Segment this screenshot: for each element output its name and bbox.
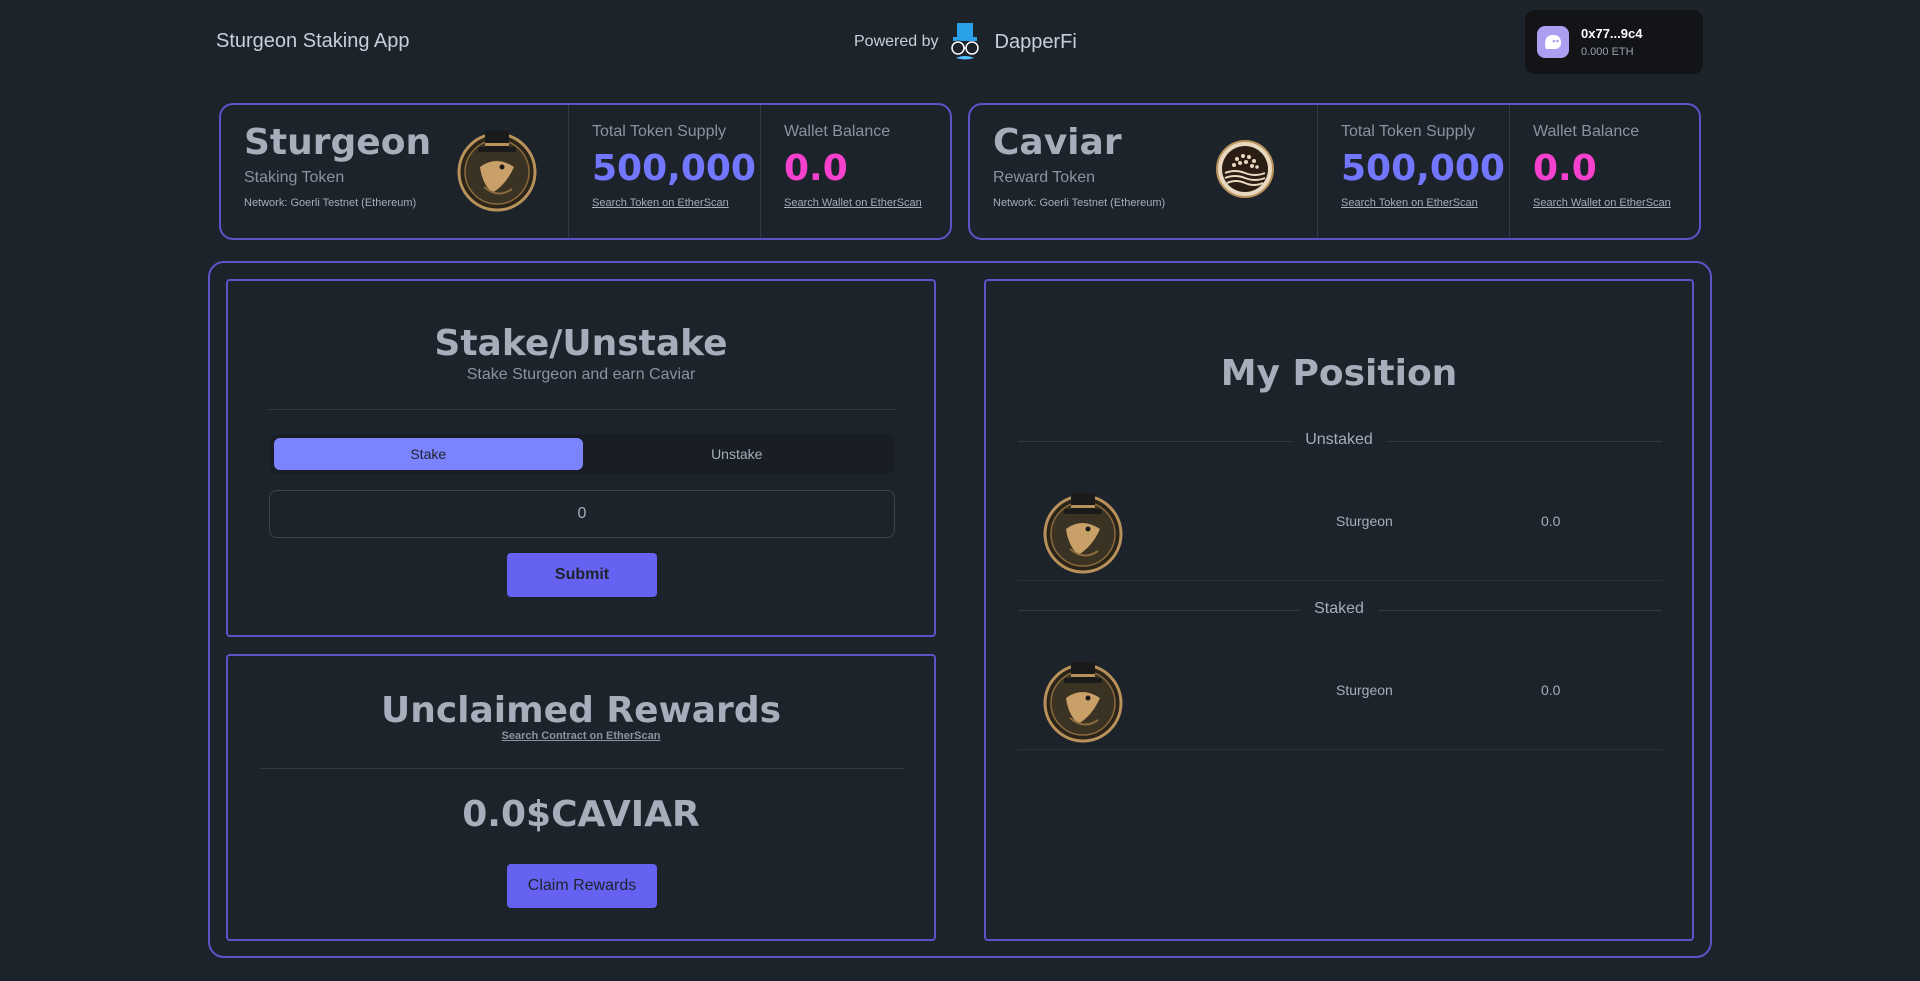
wallet-balance-label: Wallet Balance xyxy=(784,123,891,140)
supply-label: Total Token Supply xyxy=(1341,123,1476,140)
supply-value: 500,000 xyxy=(592,148,756,189)
divider xyxy=(260,768,904,769)
sturgeon-token-card: Sturgeon Staking Token Network: Goerli T… xyxy=(219,103,952,240)
stake-panel: Stake/Unstake Stake Sturgeon and earn Ca… xyxy=(226,279,936,637)
stake-title: Stake/Unstake xyxy=(434,323,728,364)
wallet-address: 0x77...9c4 xyxy=(1581,26,1643,41)
sturgeon-logo-icon xyxy=(1043,662,1123,743)
divider xyxy=(269,409,895,410)
supply-label: Total Token Supply xyxy=(592,123,727,140)
tab-stake[interactable]: Stake xyxy=(274,438,583,470)
wallet-button[interactable]: 0x77...9c4 0.000 ETH xyxy=(1525,10,1703,74)
search-contract-link[interactable]: Search Contract on EtherScan xyxy=(228,730,934,742)
powered-by: Powered by DapperFi xyxy=(854,22,1077,62)
claim-rewards-button[interactable]: Claim Rewards xyxy=(507,864,657,908)
token-info: Caviar Reward Token Network: Goerli Test… xyxy=(970,105,1317,238)
token-supply: Total Token Supply 500,000 Search Token … xyxy=(1317,105,1509,238)
position-row-staked: Sturgeon 0.0 xyxy=(1018,640,1662,750)
position-row-unstaked: Sturgeon 0.0 xyxy=(1018,471,1662,581)
supply-value: 500,000 xyxy=(1341,148,1505,189)
amount-input[interactable] xyxy=(269,490,895,538)
wallet-balance-label: Wallet Balance xyxy=(1533,123,1640,140)
brand-name: DapperFi xyxy=(994,30,1077,53)
wallet-eth-balance: 0.000 ETH xyxy=(1581,46,1634,58)
powered-by-label: Powered by xyxy=(854,33,939,50)
sturgeon-logo-icon xyxy=(1043,493,1123,574)
dapperfi-logo-icon xyxy=(950,23,979,60)
wallet-balance-value: 0.0 xyxy=(1533,148,1597,189)
position-token-name: Sturgeon xyxy=(1336,682,1393,698)
tab-unstake[interactable]: Unstake xyxy=(583,438,892,470)
app-title: Sturgeon Staking App xyxy=(216,30,410,52)
search-token-link[interactable]: Search Token on EtherScan xyxy=(592,197,729,209)
position-title: My Position xyxy=(1220,353,1458,394)
search-token-link[interactable]: Search Token on EtherScan xyxy=(1341,197,1478,209)
search-wallet-link[interactable]: Search Wallet on EtherScan xyxy=(1533,197,1671,209)
rewards-panel: Unclaimed Rewards Search Contract on Eth… xyxy=(226,654,936,941)
token-wallet-balance: Wallet Balance 0.0 Search Wallet on Ethe… xyxy=(760,105,950,238)
phantom-ghost-icon xyxy=(1537,26,1569,58)
token-info: Sturgeon Staking Token Network: Goerli T… xyxy=(221,105,568,238)
caviar-token-card: Caviar Reward Token Network: Goerli Test… xyxy=(968,103,1701,240)
token-supply: Total Token Supply 500,000 Search Token … xyxy=(568,105,760,238)
position-amount: 0.0 xyxy=(1541,513,1561,529)
stake-tabs: Stake Unstake xyxy=(270,434,895,474)
caviar-logo-icon xyxy=(1216,140,1274,198)
position-amount: 0.0 xyxy=(1541,682,1561,698)
rewards-amount: 0.0$CAVIAR xyxy=(462,794,700,835)
token-wallet-balance: Wallet Balance 0.0 Search Wallet on Ethe… xyxy=(1509,105,1699,238)
search-wallet-link[interactable]: Search Wallet on EtherScan xyxy=(784,197,922,209)
submit-button[interactable]: Submit xyxy=(507,553,657,597)
stake-subtitle: Stake Sturgeon and earn Caviar xyxy=(466,366,696,383)
rewards-title: Unclaimed Rewards xyxy=(380,690,782,731)
wallet-balance-value: 0.0 xyxy=(784,148,848,189)
unstaked-label: Unstaked xyxy=(1291,431,1387,449)
position-panel: My Position Unstaked Sturgeon 0.0 Staked xyxy=(984,279,1694,941)
position-token-name: Sturgeon xyxy=(1336,513,1393,529)
sturgeon-logo-icon xyxy=(457,131,537,212)
staked-label: Staked xyxy=(1300,600,1378,618)
